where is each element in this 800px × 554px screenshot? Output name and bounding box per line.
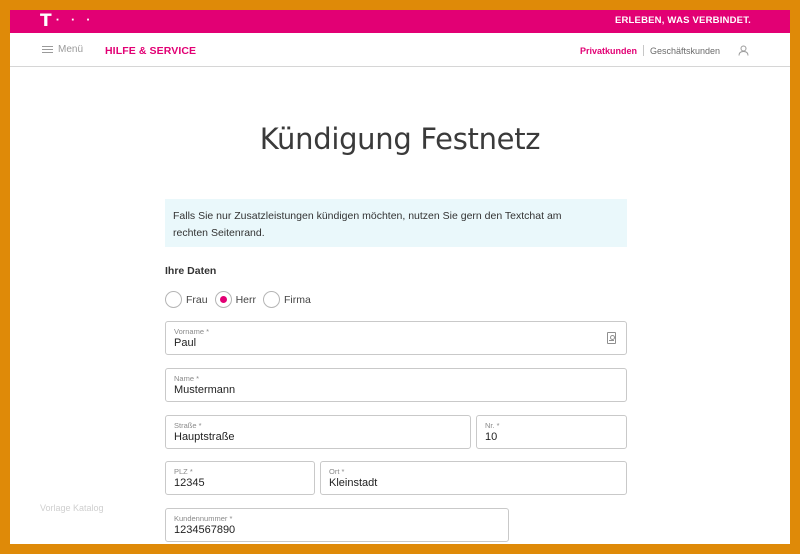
field-label: Straße * [174,421,202,430]
field-label: Kundennummer * [174,514,233,523]
radio-frau[interactable]: Frau [165,291,208,308]
field-value[interactable]: Mustermann [174,384,235,396]
radio-firma[interactable]: Firma [263,291,311,308]
customer-switch: Privatkunden Geschäftskunden [580,45,720,56]
ort-field[interactable]: Ort * Kleinstadt [320,461,627,495]
nav-divider [642,45,644,56]
field-value[interactable]: 10 [485,431,497,443]
hamburger-icon [42,46,53,53]
strasse-field[interactable]: Straße * Hauptstraße [165,415,471,449]
contact-card-icon[interactable] [607,332,616,344]
field-label: Name * [174,374,200,383]
telekom-logo[interactable]: T · · · [40,11,94,34]
menu-button[interactable]: Menü [42,44,83,55]
radio-circle[interactable] [263,291,281,308]
field-value[interactable]: Hauptstraße [174,431,235,443]
info-text-line-2: rechten Seitenrand. [173,227,265,239]
field-label: PLZ * [174,467,193,476]
name-field[interactable]: Name * Mustermann [165,368,627,402]
radio-label: Frau [186,293,208,306]
radio-label: Herr [235,293,257,306]
top-bar: T · · · ERLEBEN, WAS VERBINDET. [10,10,790,33]
slogan: ERLEBEN, WAS VERBINDET. [614,15,751,26]
field-value[interactable]: Paul [174,337,196,349]
page-frame: T · · · ERLEBEN, WAS VERBINDET. Menü HILF… [10,10,790,544]
kundennummer-field[interactable]: Kundennummer * 1234567890 [165,508,509,542]
field-label: Vorname * [174,327,210,336]
page-title: Kündigung Festnetz [259,122,541,156]
watermark-text: Vorlage Katalog [40,503,104,513]
user-icon[interactable] [738,45,749,56]
hilfe-service-link[interactable]: HILFE & SERVICE [105,45,196,57]
radio-circle[interactable] [165,291,182,308]
field-value[interactable]: Kleinstadt [329,477,377,489]
radio-label: Firma [284,293,311,306]
geschaeftskunden-link[interactable]: Geschäftskunden [650,46,720,56]
field-label: Nr. * [485,421,500,430]
field-label: Ort * [329,467,345,476]
field-value[interactable]: 1234567890 [174,524,235,536]
plz-field[interactable]: PLZ * 12345 [165,461,315,495]
radio-herr[interactable]: Herr [214,291,257,308]
field-value[interactable]: 12345 [174,477,205,489]
vorname-field[interactable]: Vorname * Paul [165,321,627,355]
privatkunden-link[interactable]: Privatkunden [580,46,637,56]
section-label: Ihre Daten [165,265,217,277]
info-text-line-1: Falls Sie nur Zusatzleistungen kündigen … [173,210,562,222]
salutation-radio-group: Frau Herr Firma [165,291,318,308]
info-box: Falls Sie nur Zusatzleistungen kündigen … [165,199,627,247]
menu-label: Menü [58,44,84,55]
radio-circle-checked[interactable] [214,291,232,308]
nav-bar: Menü HILFE & SERVICE Privatkunden Geschä… [10,33,790,67]
hausnummer-field[interactable]: Nr. * 10 [476,415,627,449]
